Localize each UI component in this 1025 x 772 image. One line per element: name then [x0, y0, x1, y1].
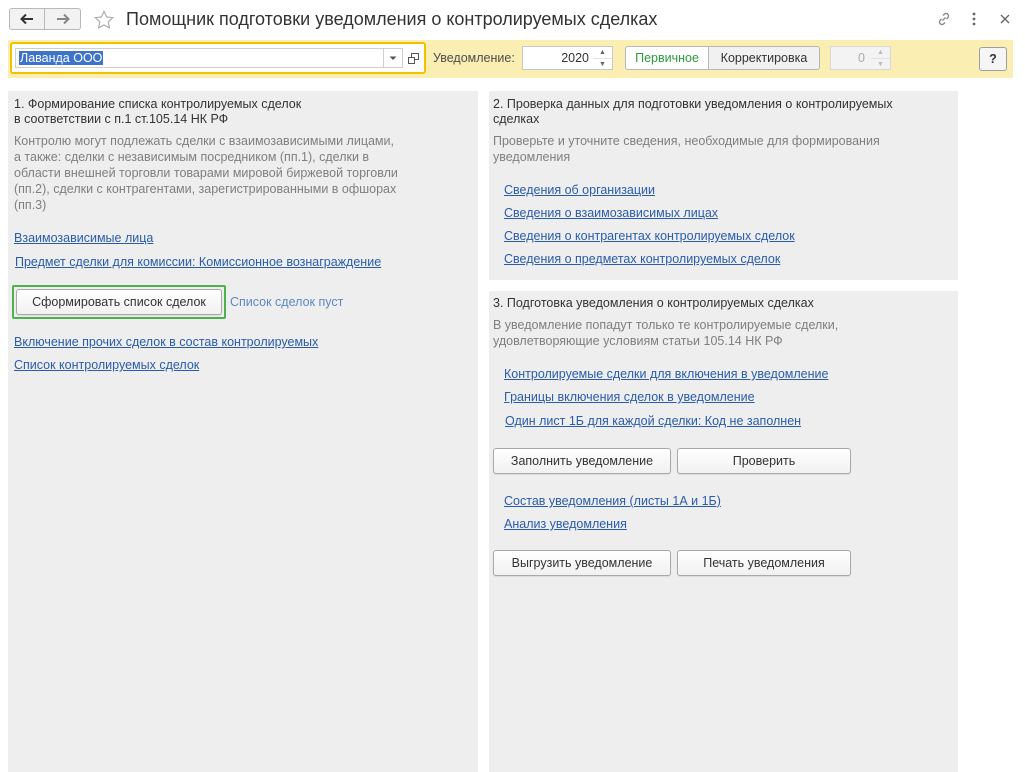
- sheet-1b-per-deal-link[interactable]: Один лист 1Б для каждой сделки: Код не з…: [505, 414, 801, 428]
- link-icon: [938, 12, 950, 26]
- related-persons-info-link[interactable]: Сведения о взаимозависимых лицах: [504, 206, 718, 220]
- primary-toggle[interactable]: Первичное: [625, 46, 709, 70]
- organization-value: Лаванда ООО: [19, 51, 104, 65]
- section2-title-line1: 2. Проверка данных для подготовки уведом…: [493, 97, 893, 111]
- section1-desc-line: (пп.3): [14, 198, 47, 212]
- fill-notice-button[interactable]: Заполнить уведомление: [493, 448, 671, 474]
- organization-input[interactable]: Лаванда ООО: [15, 48, 383, 68]
- section-form-list: 1. Формирование списка контролируемых сд…: [8, 91, 478, 772]
- year-input[interactable]: 2020: [522, 46, 594, 70]
- include-other-deals-link[interactable]: Включение прочих сделок в состав контрол…: [14, 335, 318, 349]
- section3-title: 3. Подготовка уведомления о контролируем…: [493, 296, 814, 310]
- year-stepper: ▲ ▼: [593, 46, 613, 70]
- deal-subjects-info-link[interactable]: Сведения о предметах контролируемых сдел…: [504, 252, 780, 266]
- favorite-button[interactable]: [92, 8, 116, 32]
- arrow-right-icon: [56, 13, 70, 25]
- commission-subject-link[interactable]: Предмет сделки для комиссии: Комиссионно…: [15, 255, 381, 269]
- section1-title-line2: в соответствии с п.1 ст.105.14 НК РФ: [14, 112, 229, 126]
- deals-list-status: Список сделок пуст: [230, 295, 344, 309]
- correction-number-stepper: ▲ ▼: [871, 46, 891, 70]
- section2-title-line2: сделках: [493, 112, 540, 126]
- correction-increment-button[interactable]: ▲: [871, 47, 890, 58]
- toolbar: Лаванда ООО Уведомление: 2020 ▲ ▼ Первич…: [8, 40, 1013, 78]
- section1-title-line1: 1. Формирование списка контролируемых сд…: [14, 97, 302, 111]
- counterparties-info-link[interactable]: Сведения о контрагентах контролируемых с…: [504, 229, 795, 243]
- correction-number-input[interactable]: 0: [830, 46, 872, 70]
- notice-analysis-link[interactable]: Анализ уведомления: [504, 517, 627, 531]
- year-decrement-button[interactable]: ▼: [593, 58, 612, 69]
- organization-field-wrapper: Лаванда ООО: [10, 42, 426, 74]
- check-button[interactable]: Проверить: [677, 448, 851, 474]
- section1-desc-line: а также: сделки с независимым посреднико…: [14, 150, 370, 164]
- open-window-icon: [407, 52, 419, 64]
- notice-label: Уведомление:: [433, 51, 515, 65]
- inclusion-bounds-link[interactable]: Границы включения сделок в уведомление: [504, 390, 755, 404]
- correction-decrement-button[interactable]: ▼: [871, 58, 890, 69]
- section2-desc-line2: уведомления: [493, 150, 571, 164]
- organization-dropdown-button[interactable]: [383, 48, 403, 68]
- star-icon: [94, 9, 115, 29]
- print-notice-button[interactable]: Печать уведомления: [677, 550, 851, 576]
- organization-info-link[interactable]: Сведения об организации: [504, 183, 655, 197]
- related-persons-link[interactable]: Взаимозависимые лица: [14, 231, 153, 245]
- more-vertical-icon: [972, 12, 976, 26]
- section1-desc-line: Контролю могут подлежать сделки с взаимо…: [14, 134, 394, 148]
- section1-desc-line: области внешней торговли товарами мирово…: [14, 166, 398, 180]
- more-menu-button[interactable]: [964, 9, 984, 29]
- form-deals-list-button[interactable]: Сформировать список сделок: [16, 289, 222, 315]
- export-notice-button[interactable]: Выгрузить уведомление: [493, 550, 671, 576]
- link-button[interactable]: [934, 9, 954, 29]
- forward-button[interactable]: [45, 8, 81, 30]
- section3-desc-line1: В уведомление попадут только те контроли…: [493, 318, 839, 332]
- arrow-left-icon: [20, 13, 33, 25]
- title-bar: Помощник подготовки уведомления о контро…: [0, 0, 1025, 40]
- close-button[interactable]: [995, 9, 1015, 29]
- correction-toggle[interactable]: Корректировка: [708, 46, 820, 70]
- section3-desc-line2: удовлетворяющие условиям статьи 105.14 Н…: [493, 334, 783, 348]
- page-title: Помощник подготовки уведомления о контро…: [126, 9, 658, 29]
- section-notice-preparation: 3. Подготовка уведомления о контролируем…: [489, 291, 958, 772]
- chevron-down-icon: [389, 56, 397, 60]
- section2-desc-line1: Проверьте и уточните сведения, необходим…: [493, 134, 880, 148]
- section-data-check: 2. Проверка данных для подготовки уведом…: [489, 91, 958, 280]
- organization-open-button[interactable]: [404, 48, 422, 68]
- year-increment-button[interactable]: ▲: [593, 47, 612, 58]
- deals-for-notice-link[interactable]: Контролируемые сделки для включения в ув…: [504, 367, 828, 381]
- help-button[interactable]: ?: [979, 47, 1007, 71]
- notice-composition-link[interactable]: Состав уведомления (листы 1А и 1Б): [504, 494, 721, 508]
- section1-desc-line: (пп.2), сделки с контрагентами, зарегист…: [14, 182, 397, 196]
- controlled-deals-list-link[interactable]: Список контролируемых сделок: [14, 358, 199, 372]
- close-icon: [1000, 14, 1010, 24]
- back-button[interactable]: [9, 8, 45, 30]
